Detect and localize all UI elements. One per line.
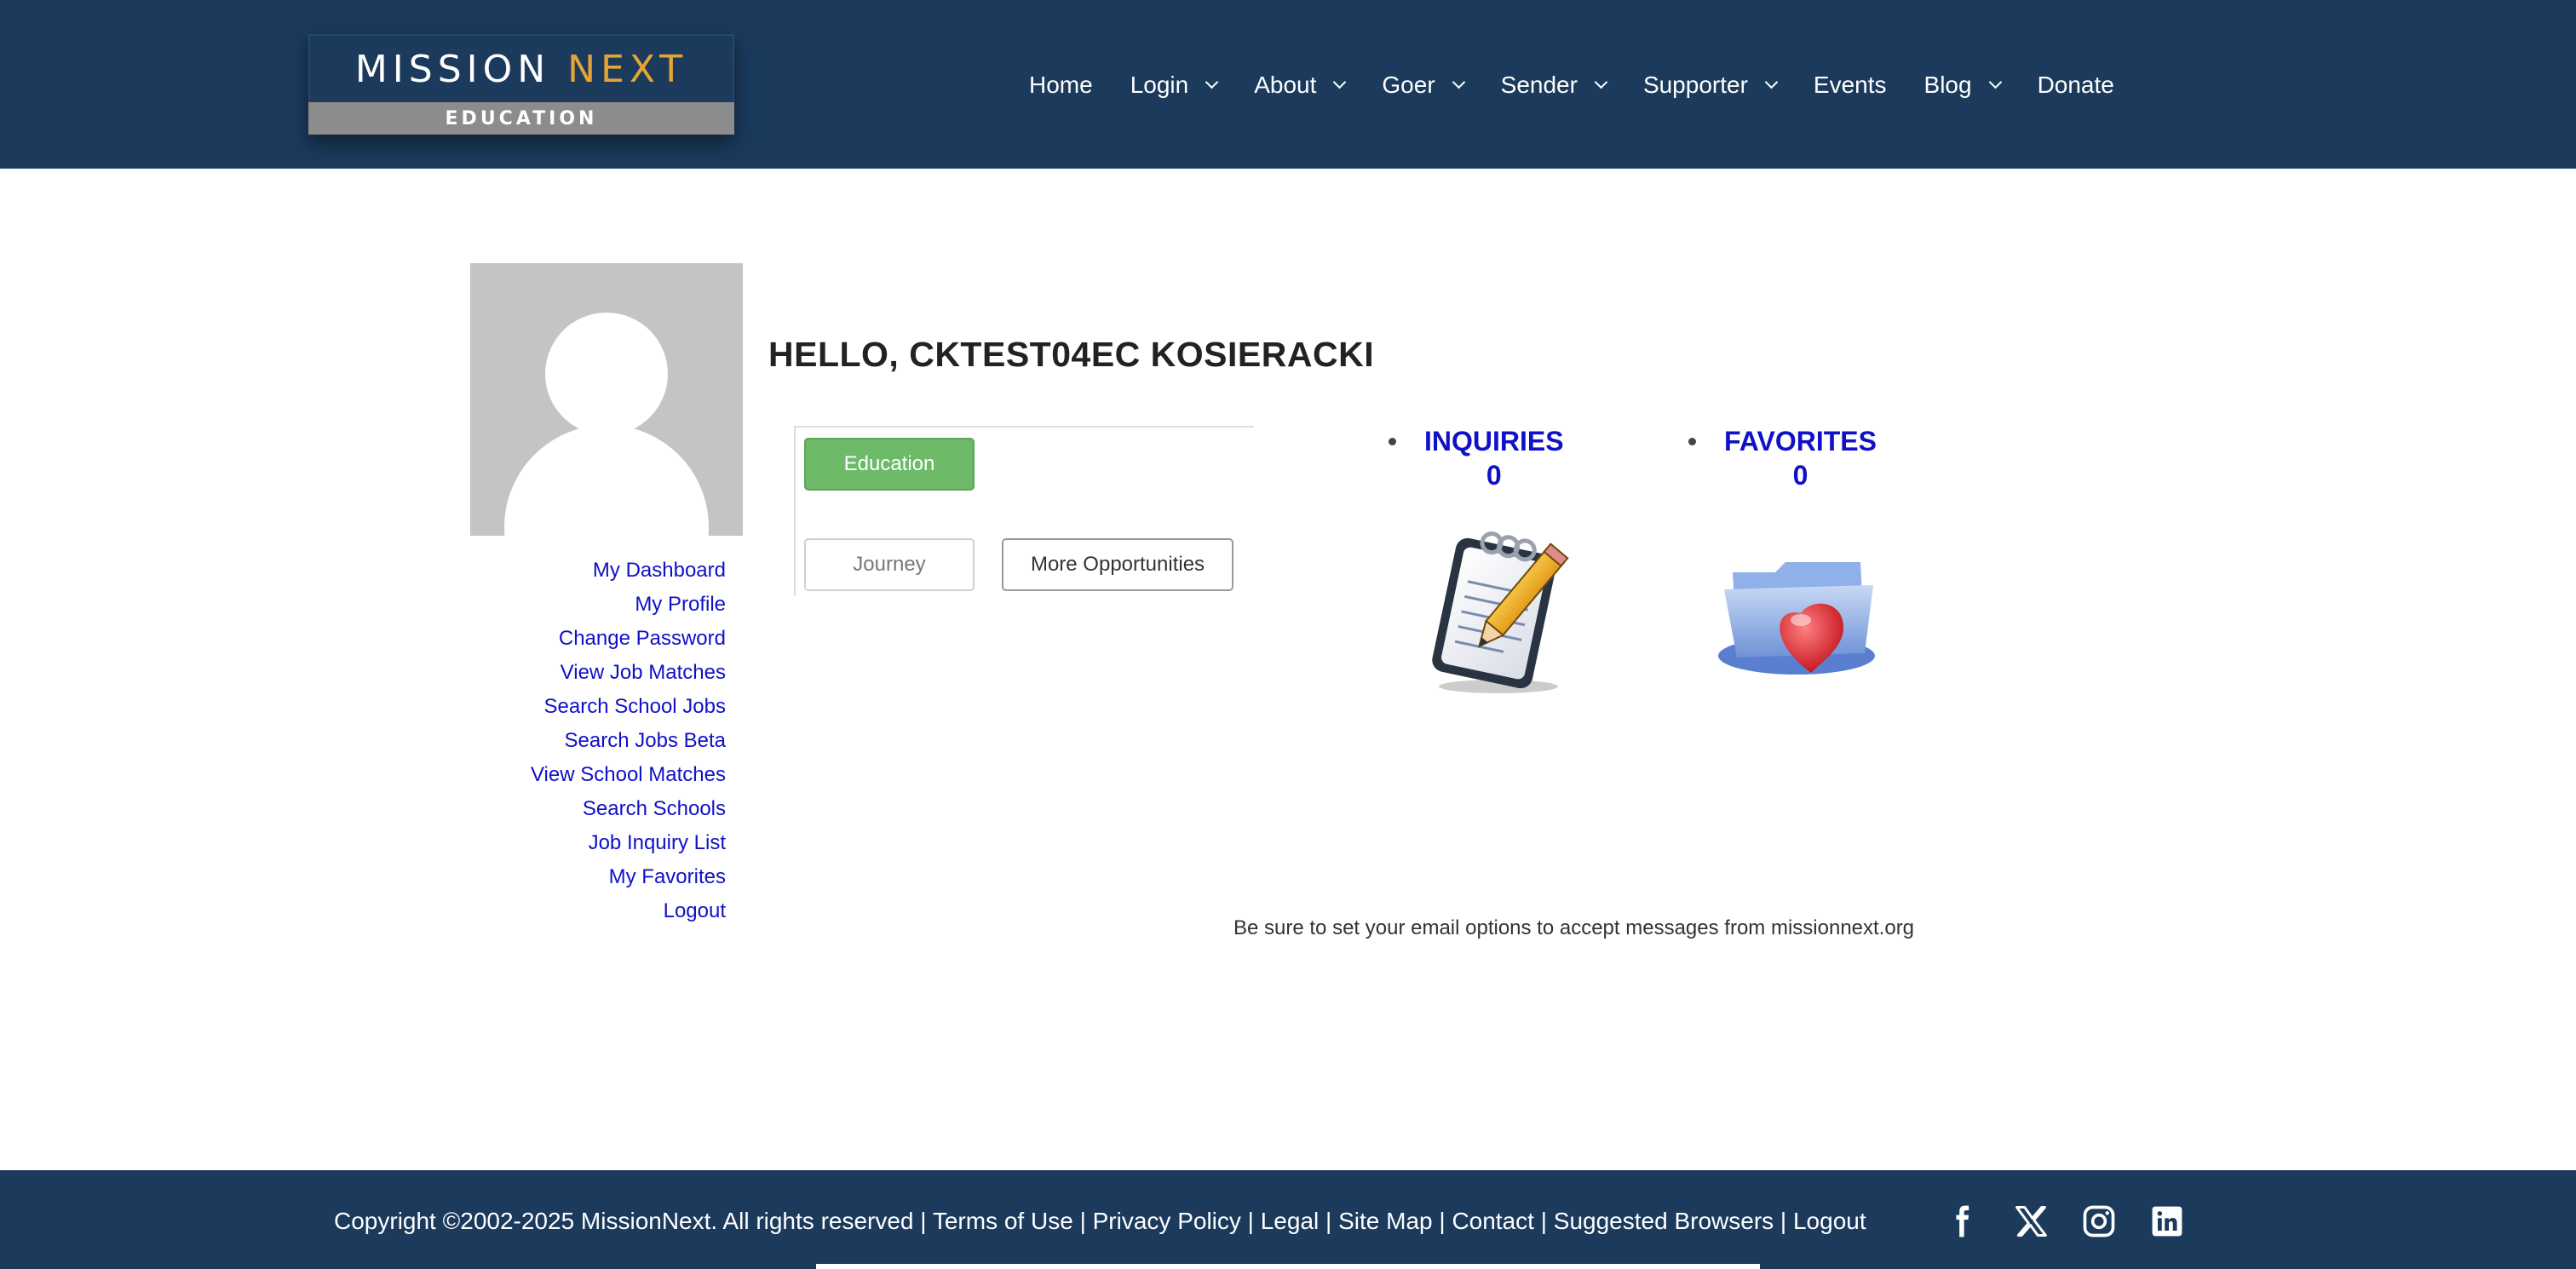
linkedin-icon[interactable] (2148, 1203, 2186, 1240)
copyright-text: Copyright ©2002-2025 MissionNext. All ri… (334, 1208, 914, 1234)
sidebar-link-view-school-matches[interactable]: View School Matches (470, 758, 726, 792)
sidebar-link-my-dashboard[interactable]: My Dashboard (470, 554, 726, 588)
email-options-notice: Be sure to set your email options to acc… (1233, 916, 1915, 939)
logo-word-next: NEXT (567, 47, 688, 91)
site-footer: Copyright ©2002-2025 MissionNext. All ri… (0, 1170, 2576, 1269)
nav-donate[interactable]: Donate (2038, 72, 2114, 99)
notepad-icon[interactable] (1409, 520, 1579, 698)
nav-supporter[interactable]: Supporter (1643, 72, 1779, 99)
nav-sender[interactable]: Sender (1501, 72, 1608, 99)
sidebar-link-logout[interactable]: Logout (470, 894, 726, 928)
nav-home[interactable]: Home (1029, 72, 1093, 99)
opportunity-tabs: Education Journey More Opportunities (794, 426, 1254, 596)
sidebar-link-search-schools[interactable]: Search Schools (470, 792, 726, 826)
avatar (470, 263, 743, 536)
footer-link-legal[interactable]: Legal (1261, 1208, 1320, 1234)
footer-bottom-bar (816, 1264, 1760, 1269)
footer-link-privacy[interactable]: Privacy Policy (1093, 1208, 1241, 1234)
logo-word-mission: MISSION (354, 47, 551, 91)
nav-about[interactable]: About (1254, 72, 1347, 99)
favorites-stat[interactable]: FAVORITES 0 (1688, 424, 1877, 492)
sidebar-link-my-favorites[interactable]: My Favorites (470, 860, 726, 894)
sidebar-link-view-job-matches[interactable]: View Job Matches (470, 656, 726, 690)
favorites-label: FAVORITES (1724, 426, 1877, 456)
site-header: MISSION NEXT EDUCATION Home Login About … (0, 0, 2576, 169)
more-opportunities-button[interactable]: More Opportunities (1002, 538, 1233, 591)
footer-link-logout[interactable]: Logout (1793, 1208, 1866, 1234)
inquiries-label: INQUIRIES (1424, 426, 1564, 456)
sidebar-link-change-password[interactable]: Change Password (470, 622, 726, 656)
sidebar-menu: My Dashboard My Profile Change Password … (470, 554, 726, 928)
footer-link-suggested-browsers[interactable]: Suggested Browsers (1554, 1208, 1774, 1234)
education-button[interactable]: Education (804, 438, 975, 491)
chevron-down-icon (1333, 75, 1347, 89)
footer-link-contact[interactable]: Contact (1452, 1208, 1534, 1234)
nav-goer[interactable]: Goer (1382, 72, 1465, 99)
sidebar-link-search-jobs-beta[interactable]: Search Jobs Beta (470, 724, 726, 758)
chevron-down-icon (1205, 75, 1219, 89)
journey-button[interactable]: Journey (804, 538, 975, 591)
chevron-down-icon (1452, 75, 1465, 89)
chevron-down-icon (1594, 75, 1608, 89)
chevron-down-icon (1764, 75, 1779, 89)
x-icon[interactable] (2012, 1203, 2050, 1240)
nav-blog[interactable]: Blog (1924, 72, 2002, 99)
favorites-folder-icon[interactable] (1716, 538, 1886, 683)
footer-link-site-map[interactable]: Site Map (1338, 1208, 1433, 1234)
footer-links: Copyright ©2002-2025 MissionNext. All ri… (334, 1208, 1866, 1234)
inquiries-count: 0 (1486, 460, 1502, 491)
favorites-count: 0 (1792, 460, 1808, 491)
missionnext-logo[interactable]: MISSION NEXT EDUCATION (308, 34, 734, 135)
nav-login[interactable]: Login (1130, 72, 1219, 99)
page-title: HELLO, CKTEST04EC KOSIERACKI (768, 335, 1375, 374)
logo-subtitle: EDUCATION (308, 102, 734, 135)
sidebar-link-search-school-jobs[interactable]: Search School Jobs (470, 690, 726, 724)
main-nav: Home Login About Goer Sender Supporter E… (1029, 66, 2114, 104)
nav-events[interactable]: Events (1814, 72, 1887, 99)
sidebar-link-my-profile[interactable]: My Profile (470, 588, 726, 622)
chevron-down-icon (1988, 75, 2002, 89)
inquiries-stat[interactable]: INQUIRIES 0 (1389, 424, 1564, 492)
instagram-icon[interactable] (2080, 1203, 2118, 1240)
footer-link-terms[interactable]: Terms of Use (933, 1208, 1073, 1234)
sidebar-link-job-inquiry-list[interactable]: Job Inquiry List (470, 826, 726, 860)
facebook-icon[interactable] (1942, 1203, 1980, 1240)
